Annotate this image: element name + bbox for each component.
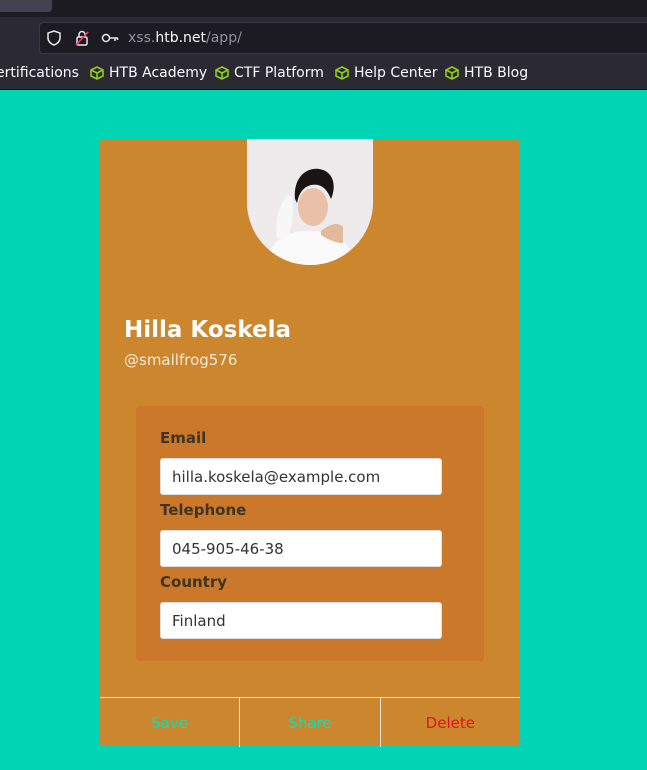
bookmark-label: HTB Academy — [109, 65, 208, 81]
bookmark-label: CTF Platform — [234, 65, 324, 81]
insecure-lock-icon[interactable] — [75, 30, 89, 50]
save-button[interactable]: Save — [100, 698, 239, 747]
bookmark-htb-blog[interactable]: HTB Blog — [445, 64, 528, 82]
profile-card: Hilla Koskela @smallfrog576 Email hilla.… — [100, 139, 520, 747]
share-button[interactable]: Share — [239, 698, 379, 747]
profile-name: Hilla Koskela — [124, 317, 292, 343]
bookmark-htb-academy[interactable]: HTB Academy — [90, 64, 207, 82]
bookmark-certifications[interactable]: ertifications — [0, 64, 79, 82]
email-label: Email — [160, 429, 207, 447]
card-actions: Save Share Delete — [100, 697, 520, 747]
browser-toolbar: xss.htb.net/app/ — [0, 17, 647, 58]
avatar — [247, 139, 373, 265]
email-field[interactable]: hilla.koskela@example.com — [160, 458, 442, 495]
profile-photo — [247, 139, 373, 265]
contact-details-panel: Email hilla.koskela@example.com Telephon… — [136, 406, 484, 661]
country-field[interactable]: Finland — [160, 602, 442, 639]
bookmarks-bar: ertifications HTB Academy CTF Platform H… — [0, 58, 647, 90]
bookmark-label: ertifications — [0, 65, 79, 81]
bookmark-ctf-platform[interactable]: CTF Platform — [215, 64, 324, 82]
delete-button[interactable]: Delete — [379, 698, 520, 747]
browser-tab[interactable] — [0, 0, 52, 12]
htb-cube-icon — [90, 66, 104, 80]
bookmark-label: Help Center — [354, 65, 438, 81]
bookmark-label: HTB Blog — [464, 65, 529, 81]
bookmark-help-center[interactable]: Help Center — [335, 64, 438, 82]
tab-strip — [0, 0, 647, 17]
address-bar[interactable]: xss.htb.net/app/ — [39, 22, 647, 54]
telephone-field[interactable]: 045-905-46-38 — [160, 530, 442, 567]
htb-cube-icon — [335, 66, 349, 80]
htb-cube-icon — [445, 66, 459, 80]
key-icon[interactable] — [101, 30, 119, 50]
telephone-label: Telephone — [160, 501, 247, 519]
shield-icon[interactable] — [47, 30, 61, 50]
htb-cube-icon — [215, 66, 229, 80]
profile-handle: @smallfrog576 — [124, 351, 238, 369]
country-label: Country — [160, 573, 228, 591]
url-text[interactable]: xss.htb.net/app/ — [128, 29, 242, 47]
